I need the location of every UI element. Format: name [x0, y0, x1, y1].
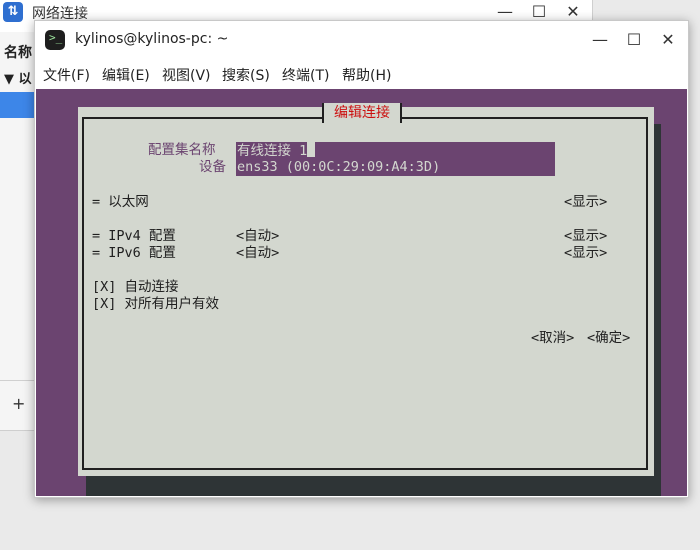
- dialog-title: 编辑连接: [322, 103, 402, 123]
- group-label: 以: [18, 72, 32, 87]
- terminal-menubar: 文件(F) 编辑(E) 视图(V) 搜索(S) 终端(T) 帮助(H): [35, 59, 688, 89]
- device-label: 设备: [199, 159, 226, 175]
- close-icon[interactable]: ✕: [563, 2, 583, 22]
- menu-file[interactable]: 文件(F): [43, 65, 90, 85]
- minimize-icon[interactable]: —: [590, 30, 610, 50]
- ipv6-mode-button[interactable]: <自动>: [236, 245, 279, 262]
- chevron-down-icon: ▼: [4, 72, 14, 87]
- network-app-icon: ⇅: [3, 2, 23, 22]
- menu-view[interactable]: 视图(V): [162, 65, 211, 85]
- edit-connection-dialog: 编辑连接 配置集名称 有线连接 1 设备 ens33 (00:0C:29:09:…: [78, 103, 654, 476]
- column-header-name[interactable]: 名称: [4, 42, 32, 62]
- terminal-title: kylinos@kylinos-pc: ~: [75, 31, 229, 47]
- device-field[interactable]: ens33 (00:0C:29:09:A4:3D): [236, 159, 555, 176]
- maximize-icon[interactable]: ☐: [624, 30, 644, 50]
- ethernet-show-button[interactable]: <显示>: [564, 194, 607, 211]
- ipv6-section: = IPv6 配置: [92, 245, 176, 261]
- all-users-checkbox[interactable]: [X] 对所有用户有效: [92, 296, 219, 313]
- divider: [0, 380, 34, 381]
- maximize-icon[interactable]: ☐: [529, 2, 549, 22]
- terminal-titlebar: >_ kylinos@kylinos-pc: ~ — ☐ ✕: [35, 21, 688, 59]
- ipv4-show-button[interactable]: <显示>: [564, 228, 607, 245]
- autoconnect-checkbox[interactable]: [X] 自动连接: [92, 279, 179, 296]
- ipv4-mode-button[interactable]: <自动>: [236, 228, 279, 245]
- ipv4-section: = IPv4 配置: [92, 228, 176, 244]
- terminal-app-icon: >_: [45, 30, 65, 50]
- menu-help[interactable]: 帮助(H): [342, 65, 391, 85]
- connection-group[interactable]: ▼ 以: [4, 68, 32, 87]
- text-cursor: [307, 142, 316, 157]
- add-connection-button[interactable]: +: [12, 394, 25, 413]
- menu-edit[interactable]: 编辑(E): [102, 65, 150, 85]
- close-icon[interactable]: ✕: [658, 30, 678, 50]
- menu-search[interactable]: 搜索(S): [222, 65, 270, 85]
- selected-connection-row[interactable]: [0, 92, 34, 118]
- profile-name-field[interactable]: 有线连接 1: [236, 142, 555, 160]
- profile-name-label: 配置集名称: [148, 142, 216, 158]
- menu-terminal[interactable]: 终端(T): [282, 65, 329, 85]
- terminal-screen[interactable]: 编辑连接 配置集名称 有线连接 1 设备 ens33 (00:0C:29:09:…: [36, 89, 687, 496]
- ipv6-show-button[interactable]: <显示>: [564, 245, 607, 262]
- ok-button[interactable]: <确定>: [587, 330, 630, 347]
- terminal-window: >_ kylinos@kylinos-pc: ~ — ☐ ✕ 文件(F) 编辑(…: [34, 20, 689, 498]
- minimize-icon[interactable]: —: [495, 2, 515, 22]
- ethernet-section: = 以太网: [92, 194, 149, 210]
- cancel-button[interactable]: <取消>: [531, 330, 574, 347]
